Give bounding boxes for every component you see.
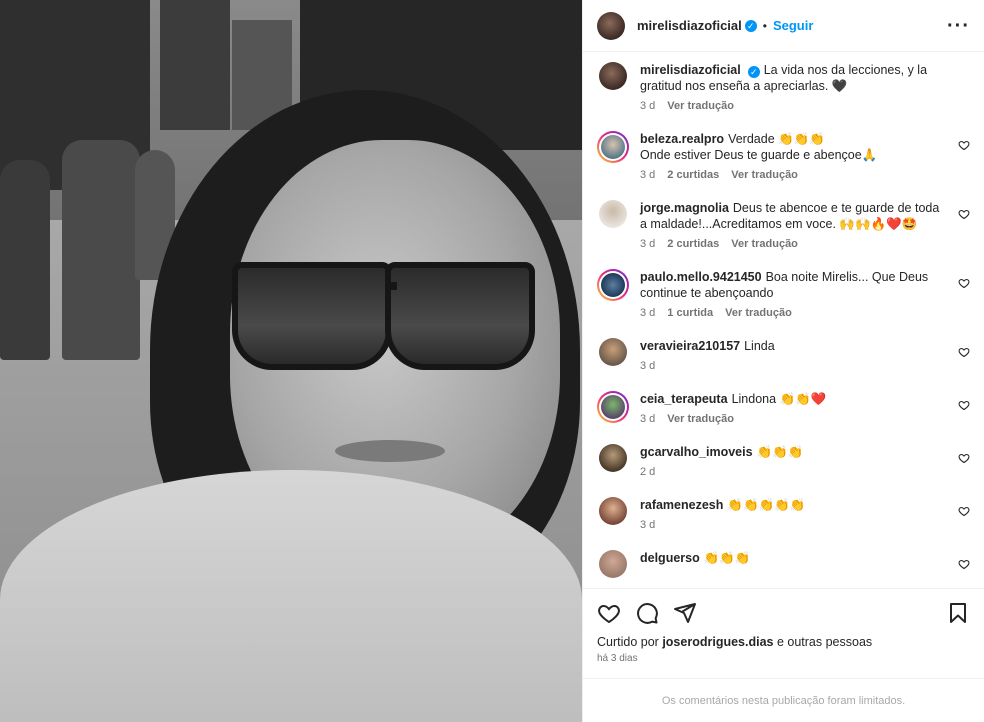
comment-like-heart-icon[interactable]: [958, 277, 970, 289]
translate-link[interactable]: Ver tradução: [667, 98, 734, 114]
comment-age: 3 d: [640, 413, 656, 425]
comment-age: 3 d: [640, 169, 656, 181]
author-avatar[interactable]: [597, 11, 625, 40]
liked-by-text: Curtido por joserodrigues.dias e outras …: [597, 635, 970, 649]
comment-likes-count[interactable]: 2 curtidas: [667, 167, 719, 183]
comment-age: 2 d: [640, 466, 656, 478]
comment-text: Linda: [744, 339, 775, 353]
post-photo[interactable]: [0, 0, 582, 722]
verified-badge-icon: ✓: [747, 66, 760, 78]
commenter-avatar[interactable]: [599, 550, 627, 578]
background-building: [160, 0, 230, 130]
translate-link[interactable]: Ver tradução: [731, 167, 798, 183]
comment-meta: 3 d: [640, 517, 948, 533]
verified-badge-icon: ✓: [744, 19, 757, 32]
comment-like-heart-icon[interactable]: [958, 399, 970, 411]
author-avatar[interactable]: [599, 62, 627, 90]
commenter-avatar[interactable]: [601, 395, 625, 419]
author-username[interactable]: mirelisdiazoficial: [637, 18, 742, 33]
comment-row: veravieira210157 Linda 3 d: [597, 338, 970, 374]
commenter-avatar[interactable]: [599, 200, 627, 228]
comment-row: paulo.mello.9421450 Boa noite Mirelis... …: [597, 269, 970, 321]
comment-age: 3 d: [640, 360, 656, 372]
comment-like-heart-icon[interactable]: [958, 208, 970, 220]
commenter-username[interactable]: jorge.magnolia: [640, 201, 729, 215]
comment-like-heart-icon[interactable]: [958, 346, 970, 358]
more-options-icon[interactable]: ···: [947, 16, 970, 36]
save-bookmark-icon[interactable]: [946, 601, 970, 625]
comment-likes-count[interactable]: 2 curtidas: [667, 236, 719, 252]
sunglasses-right-lens: [385, 262, 535, 370]
comment-row: delguerso 👏👏👏: [597, 550, 970, 578]
commenter-username[interactable]: paulo.mello.9421450: [640, 270, 762, 284]
caption-age: 3 d: [640, 100, 656, 112]
commenter-username[interactable]: veravieira210157: [640, 339, 740, 353]
comment-age: 3 d: [640, 519, 656, 531]
separator-dot: •: [762, 18, 767, 33]
translate-link[interactable]: Ver tradução: [667, 411, 734, 427]
background-person: [0, 160, 50, 360]
story-ring[interactable]: [597, 269, 629, 301]
comments-list[interactable]: mirelisdiazoficial ✓ La vida nos da leccio…: [583, 52, 984, 588]
commenter-avatar[interactable]: [599, 497, 627, 525]
caption-username[interactable]: mirelisdiazoficial: [640, 63, 741, 77]
comment-likes-count[interactable]: 1 curtida: [667, 305, 713, 321]
comment-text: 👏👏👏: [703, 551, 751, 565]
story-ring[interactable]: [597, 131, 629, 163]
liked-by-user-link[interactable]: joserodrigues.dias: [662, 635, 773, 649]
background-person: [62, 140, 140, 360]
commenter-username[interactable]: rafamenezesh: [640, 498, 723, 512]
comment-meta: 3 d 2 curtidas Ver tradução: [640, 167, 948, 183]
follow-button[interactable]: Seguir: [773, 18, 813, 33]
comment-text: Lindona 👏👏❤️: [731, 392, 827, 406]
like-heart-icon[interactable]: [597, 601, 621, 625]
post-actions: Curtido por joserodrigues.dias e outras …: [583, 588, 984, 670]
comment-like-heart-icon[interactable]: [958, 505, 970, 517]
commenter-username[interactable]: gcarvalho_imoveis: [640, 445, 753, 459]
comment-text: 👏👏👏: [756, 445, 804, 459]
comment-text: 👏👏👏👏👏: [727, 498, 806, 512]
comments-limited-notice: Os comentários nesta publicação foram li…: [583, 678, 984, 722]
comment-meta: 3 d 1 curtida Ver tradução: [640, 305, 948, 321]
comment-like-heart-icon[interactable]: [958, 452, 970, 464]
post-header: mirelisdiazoficial ✓ • Seguir ···: [583, 0, 984, 52]
comment-age: 3 d: [640, 307, 656, 319]
post-time[interactable]: há 3 dias: [597, 653, 970, 664]
translate-link[interactable]: Ver tradução: [725, 305, 792, 321]
commenter-avatar[interactable]: [601, 135, 625, 159]
commenter-avatar[interactable]: [601, 273, 625, 297]
subject-top: [0, 470, 582, 722]
post-side-panel: mirelisdiazoficial ✓ • Seguir ··· mireli…: [582, 0, 984, 722]
comment-row: rafamenezesh 👏👏👏👏👏 3 d: [597, 497, 970, 533]
comment-meta: 3 d 2 curtidas Ver tradução: [640, 236, 948, 252]
comment-row: gcarvalho_imoveis 👏👏👏 2 d: [597, 444, 970, 480]
comment-row: beleza.realpro Verdade 👏👏👏 Onde estiver D…: [597, 131, 970, 183]
post-caption: mirelisdiazoficial ✓ La vida nos da leccio…: [597, 62, 970, 114]
comment-row: ceia_terapeuta Lindona 👏👏❤️ 3 d Ver traduçã…: [597, 391, 970, 427]
share-send-icon[interactable]: [673, 601, 697, 625]
subject-mouth: [335, 440, 445, 462]
sunglasses-left-lens: [232, 262, 392, 370]
commenter-avatar[interactable]: [599, 338, 627, 366]
comment-icon[interactable]: [635, 601, 659, 625]
comment-like-heart-icon[interactable]: [958, 558, 970, 570]
sunglasses-bridge: [385, 282, 397, 290]
comment-meta: 3 d Ver tradução: [640, 411, 948, 427]
comment-like-heart-icon[interactable]: [958, 139, 970, 151]
liked-by-others-link[interactable]: e outras pessoas: [777, 635, 872, 649]
liked-by-prefix: Curtido por: [597, 635, 659, 649]
story-ring[interactable]: [597, 391, 629, 423]
instagram-post-modal: mirelisdiazoficial ✓ • Seguir ··· mireli…: [0, 0, 984, 722]
translate-link[interactable]: Ver tradução: [731, 236, 798, 252]
comment-row: jorge.magnolia Deus te abencoe e te guard…: [597, 200, 970, 252]
comment-meta: 3 d: [640, 358, 948, 374]
commenter-username[interactable]: ceia_terapeuta: [640, 392, 728, 406]
comment-meta: 2 d: [640, 464, 948, 480]
commenter-avatar[interactable]: [599, 444, 627, 472]
comment-age: 3 d: [640, 238, 656, 250]
commenter-username[interactable]: delguerso: [640, 551, 700, 565]
commenter-username[interactable]: beleza.realpro: [640, 132, 724, 146]
